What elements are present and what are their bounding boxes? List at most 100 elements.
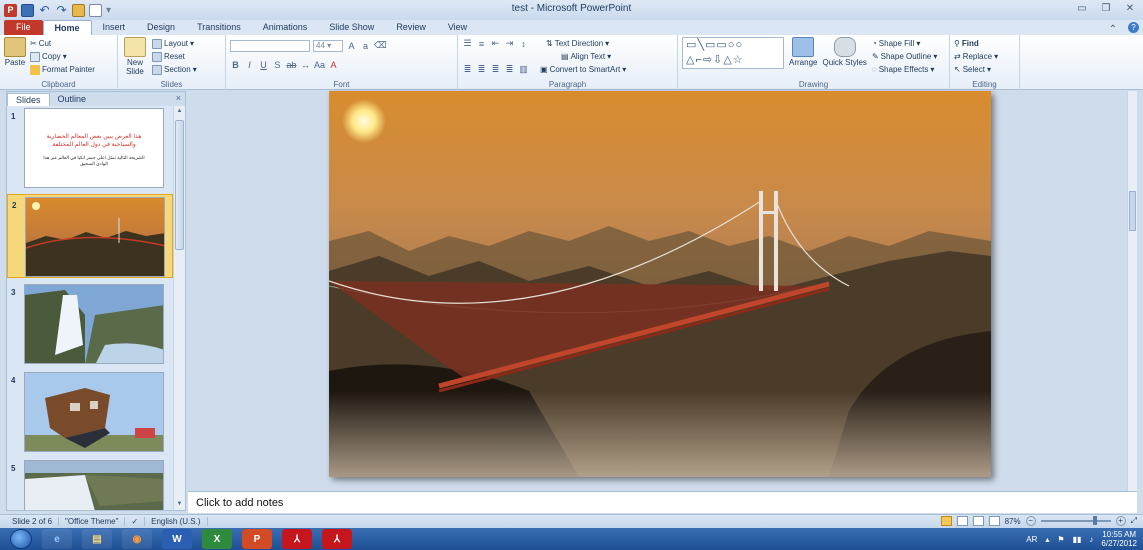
tab-transitions[interactable]: Transitions (186, 20, 252, 35)
columns-icon[interactable]: ▥ (518, 64, 529, 75)
scrollbar-thumb[interactable] (175, 120, 184, 250)
numbering-icon[interactable]: ≡ (476, 39, 487, 49)
reading-view-icon[interactable] (972, 516, 984, 526)
word-icon[interactable]: W (162, 529, 192, 549)
font-name-combo[interactable] (230, 39, 310, 52)
slide-thumbnail-3[interactable]: 3 (7, 282, 173, 366)
clear-format-icon[interactable]: ⌫ (374, 40, 387, 51)
text-direction-button[interactable]: ⇅ Text Direction ▾ (546, 39, 609, 48)
acrobat-reader-icon[interactable]: ⅄ (282, 529, 312, 549)
change-case-icon[interactable]: Aa (314, 60, 325, 70)
tab-view[interactable]: View (437, 20, 478, 35)
zoom-slider-knob[interactable] (1092, 516, 1097, 525)
show-hidden-icons-icon[interactable]: ▴ (1045, 535, 1049, 544)
tab-slides[interactable]: Slides (7, 93, 50, 106)
tab-design[interactable]: Design (136, 20, 186, 35)
help-icon[interactable]: ? (1128, 22, 1139, 33)
theme-status[interactable]: "Office Theme" (59, 517, 126, 526)
justify-icon[interactable]: ≣ (504, 64, 515, 75)
section-button[interactable]: Section ▾ (152, 64, 197, 75)
slide-thumbnail-1[interactable]: 1 هذا العرض يبين بعض المعالم الحضارية وا… (7, 106, 173, 190)
fit-to-window-icon[interactable]: ⤢ (1131, 516, 1137, 526)
new-document-icon[interactable] (89, 3, 102, 17)
bold-icon[interactable]: B (230, 60, 241, 70)
font-size-combo[interactable]: 44 ▾ (313, 39, 343, 52)
tab-outline[interactable]: Outline (50, 93, 95, 106)
paste-button[interactable]: Paste (4, 37, 26, 76)
grow-font-icon[interactable]: A (346, 41, 357, 51)
line-spacing-icon[interactable]: ↕ (518, 39, 529, 49)
shapes-gallery[interactable]: ▭╲▭▭○○ △⌐⇨⇩△☆ (682, 37, 784, 69)
thumbnail-scrollbar[interactable]: ▲ ▼ (173, 106, 185, 510)
replace-button[interactable]: ⇄ Replace ▾ (954, 52, 998, 61)
copy-button[interactable]: Copy ▾ (30, 51, 67, 62)
quick-styles-button[interactable]: Quick Styles (822, 37, 867, 67)
zoom-slider[interactable] (1040, 516, 1111, 525)
undo-icon[interactable]: ↶ (38, 3, 51, 17)
close-panel-icon[interactable]: × (176, 93, 181, 103)
customize-qat-icon[interactable]: ▾ (106, 5, 111, 16)
powerpoint-logo-icon[interactable]: P (4, 3, 17, 17)
format-painter-button[interactable]: Format Painter (30, 64, 95, 75)
volume-icon[interactable]: ♪ (1089, 535, 1093, 544)
zoom-in-icon[interactable]: + (1115, 516, 1126, 526)
media-player-icon[interactable]: ◉ (122, 529, 152, 549)
slideshow-view-icon[interactable] (988, 516, 1000, 526)
start-button-icon[interactable] (10, 529, 32, 549)
canvas-scrollbar-thumb[interactable] (1129, 191, 1136, 231)
arrange-button[interactable]: Arrange (789, 37, 817, 67)
scroll-down-icon[interactable]: ▼ (174, 499, 185, 510)
restore-icon[interactable]: ❐ (1095, 1, 1117, 17)
tab-file[interactable]: File (4, 20, 43, 35)
new-slide-button[interactable]: New Slide (122, 37, 148, 76)
shape-outline-button[interactable]: ✎ Shape Outline ▾ (872, 52, 937, 61)
language-indicator[interactable]: AR (1026, 535, 1037, 544)
convert-smartart-button[interactable]: ▣ Convert to SmartArt ▾ (540, 65, 626, 74)
find-button[interactable]: ⚲ Find (954, 39, 979, 48)
font-color-icon[interactable]: A (328, 60, 339, 70)
tab-slide-show[interactable]: Slide Show (318, 20, 385, 35)
decrease-indent-icon[interactable]: ⇤ (490, 38, 501, 49)
tab-home[interactable]: Home (42, 20, 92, 35)
underline-icon[interactable]: U (258, 60, 269, 70)
shadow-icon[interactable]: S (272, 60, 283, 70)
italic-icon[interactable]: I (244, 60, 255, 70)
tab-review[interactable]: Review (385, 20, 437, 35)
align-center-icon[interactable]: ≣ (476, 64, 487, 75)
file-explorer-icon[interactable]: ▤ (82, 529, 112, 549)
zoom-out-icon[interactable]: − (1025, 516, 1036, 526)
bullets-icon[interactable]: ☰ (462, 38, 473, 49)
minimize-icon[interactable]: ▭ (1071, 1, 1093, 17)
save-icon[interactable] (21, 3, 34, 17)
layout-button[interactable]: Layout ▾ (152, 38, 194, 49)
close-icon[interactable]: ✕ (1119, 1, 1141, 17)
network-icon[interactable]: ▮▮ (1073, 535, 1082, 544)
current-slide[interactable] (329, 91, 991, 477)
align-text-button[interactable]: ▤ Align Text ▾ (561, 52, 611, 61)
acrobat-icon[interactable]: ⅄ (322, 529, 352, 549)
cut-button[interactable]: ✂ Cut (30, 39, 51, 48)
select-button[interactable]: ↖ Select ▾ (954, 65, 991, 74)
spell-check-icon[interactable]: ✓ (125, 517, 146, 526)
slide-sorter-view-icon[interactable] (956, 516, 968, 526)
tab-animations[interactable]: Animations (252, 20, 319, 35)
reset-button[interactable]: Reset (152, 51, 185, 62)
char-spacing-icon[interactable]: ↔ (300, 60, 311, 70)
internet-explorer-icon[interactable]: e (42, 529, 72, 549)
slide-thumbnail-5[interactable]: 5 (7, 458, 173, 510)
open-folder-icon[interactable] (72, 3, 85, 17)
shape-effects-button[interactable]: ◌ Shape Effects ▾ (872, 65, 934, 74)
align-right-icon[interactable]: ≣ (490, 64, 501, 75)
shape-fill-button[interactable]: ◔ Shape Fill ▾ (872, 39, 920, 48)
canvas-scrollbar[interactable] (1127, 91, 1137, 491)
scroll-up-icon[interactable]: ▲ (174, 106, 185, 117)
zoom-level[interactable]: 87% (1005, 517, 1021, 526)
flag-icon[interactable]: ⚑ (1057, 535, 1064, 544)
strikethrough-icon[interactable]: ab (286, 60, 297, 70)
align-left-icon[interactable]: ≣ (462, 64, 473, 75)
redo-icon[interactable]: ↷ (55, 3, 68, 17)
language-status[interactable]: English (U.S.) (145, 517, 208, 526)
normal-view-icon[interactable] (940, 516, 952, 526)
clock[interactable]: 10:55 AM 6/27/2012 (1101, 530, 1137, 548)
notes-pane[interactable]: Click to add notes (188, 491, 1137, 513)
